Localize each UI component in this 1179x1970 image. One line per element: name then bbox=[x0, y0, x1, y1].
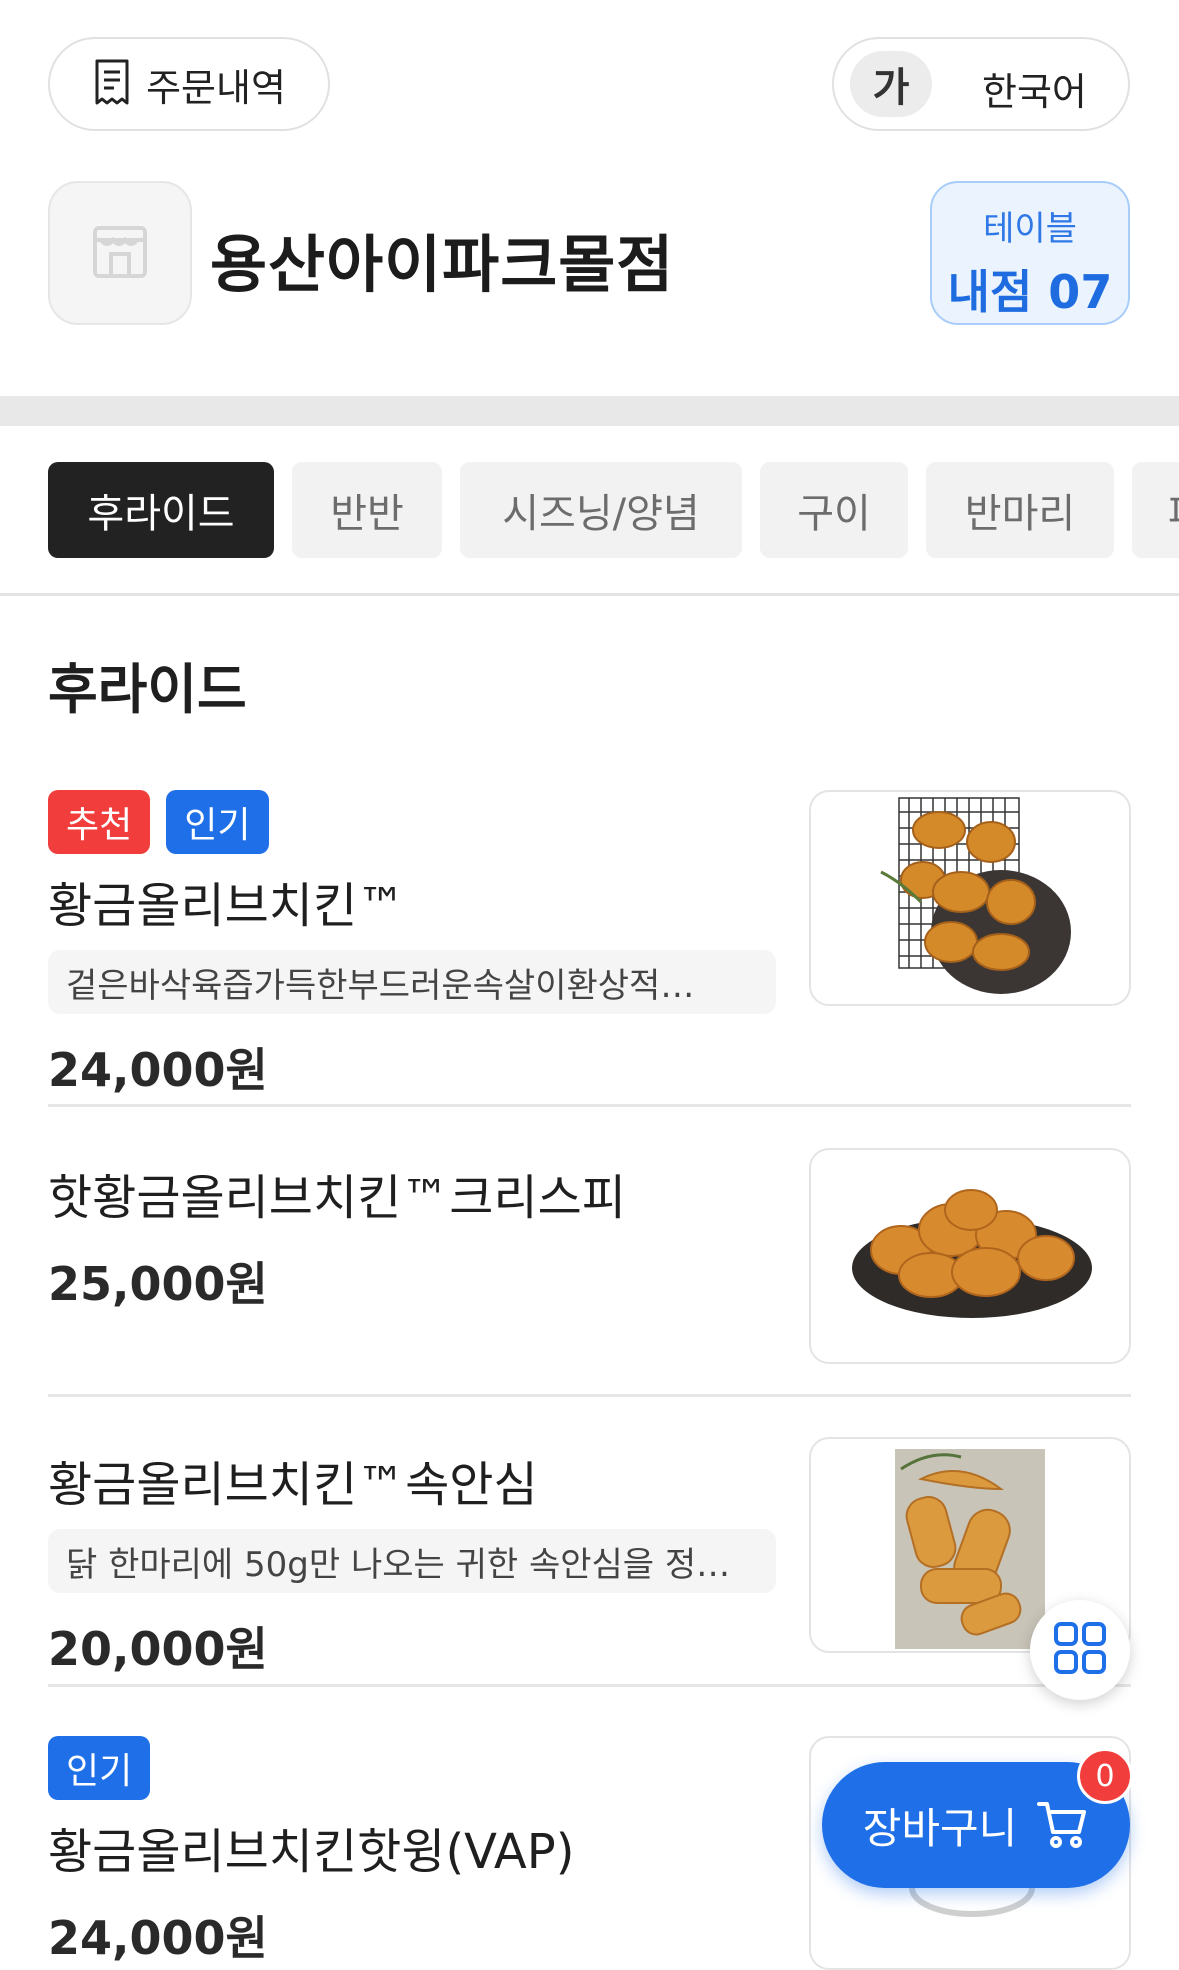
table-indicator: 테이블 내점 07 bbox=[930, 181, 1130, 325]
store-logo bbox=[48, 181, 192, 325]
menu-item-description: 겉은바삭육즙가득한부드러운속살이환상적… bbox=[48, 950, 776, 1014]
menu-item-image bbox=[809, 790, 1131, 1006]
grid-icon bbox=[1052, 1620, 1108, 1680]
tab-more[interactable]: 파 bbox=[1132, 462, 1179, 558]
order-history-label: 주문내역 bbox=[146, 65, 286, 110]
language-badge: 가 bbox=[850, 51, 932, 117]
grid-view-button[interactable] bbox=[1030, 1600, 1130, 1700]
tab-grilled[interactable]: 구이 bbox=[760, 462, 908, 558]
item-divider bbox=[48, 1394, 1131, 1397]
item-divider bbox=[48, 1684, 1131, 1687]
receipt-icon bbox=[92, 58, 132, 110]
category-tabs: 후라이드 반반 시즈닝/양념 구이 반마리 파 bbox=[0, 426, 1179, 596]
menu-item[interactable]: 추천 인기 황금올리브치킨™ 겉은바삭육즙가득한부드러운속살이환상적… 24,0… bbox=[48, 790, 1131, 1097]
table-label: 테이블 bbox=[983, 209, 1077, 249]
cart-count-badge: 0 bbox=[1077, 1748, 1133, 1804]
menu-item[interactable]: 핫황금올리브치킨™크리스피 25,000원 bbox=[48, 1148, 1131, 1388]
cart-label: 장바구니 bbox=[862, 1803, 1018, 1853]
cart-icon bbox=[1035, 1796, 1089, 1854]
tab-fried[interactable]: 후라이드 bbox=[48, 462, 274, 558]
section-title: 후라이드 bbox=[48, 658, 247, 721]
menu-item[interactable]: 황금올리브치킨™속안심 닭 한마리에 50g만 나오는 귀한 속안심을 정… 2… bbox=[48, 1437, 1131, 1707]
language-label: 한국어 bbox=[982, 70, 1087, 114]
store-icon bbox=[89, 220, 151, 286]
order-history-button[interactable]: 주문내역 bbox=[48, 37, 330, 131]
top-bar: 주문내역 가 한국어 bbox=[0, 0, 1179, 170]
tab-half-chicken[interactable]: 반마리 bbox=[926, 462, 1114, 558]
table-number: 내점 07 bbox=[947, 265, 1113, 319]
menu-item-price: 24,000원 bbox=[48, 1043, 268, 1097]
popular-badge: 인기 bbox=[166, 790, 269, 854]
section-divider bbox=[0, 396, 1179, 426]
tab-half-half[interactable]: 반반 bbox=[292, 462, 442, 558]
recommend-badge: 추천 bbox=[48, 790, 151, 854]
tab-seasoning[interactable]: 시즈닝/양념 bbox=[460, 462, 742, 558]
menu-item-description: 닭 한마리에 50g만 나오는 귀한 속안심을 정… bbox=[48, 1529, 776, 1593]
popular-badge: 인기 bbox=[48, 1736, 151, 1800]
language-selector[interactable]: 가 한국어 bbox=[832, 37, 1130, 131]
store-name: 용산아이파크몰점 bbox=[210, 228, 675, 301]
menu-item-image bbox=[809, 1148, 1131, 1364]
item-divider bbox=[48, 1104, 1131, 1107]
